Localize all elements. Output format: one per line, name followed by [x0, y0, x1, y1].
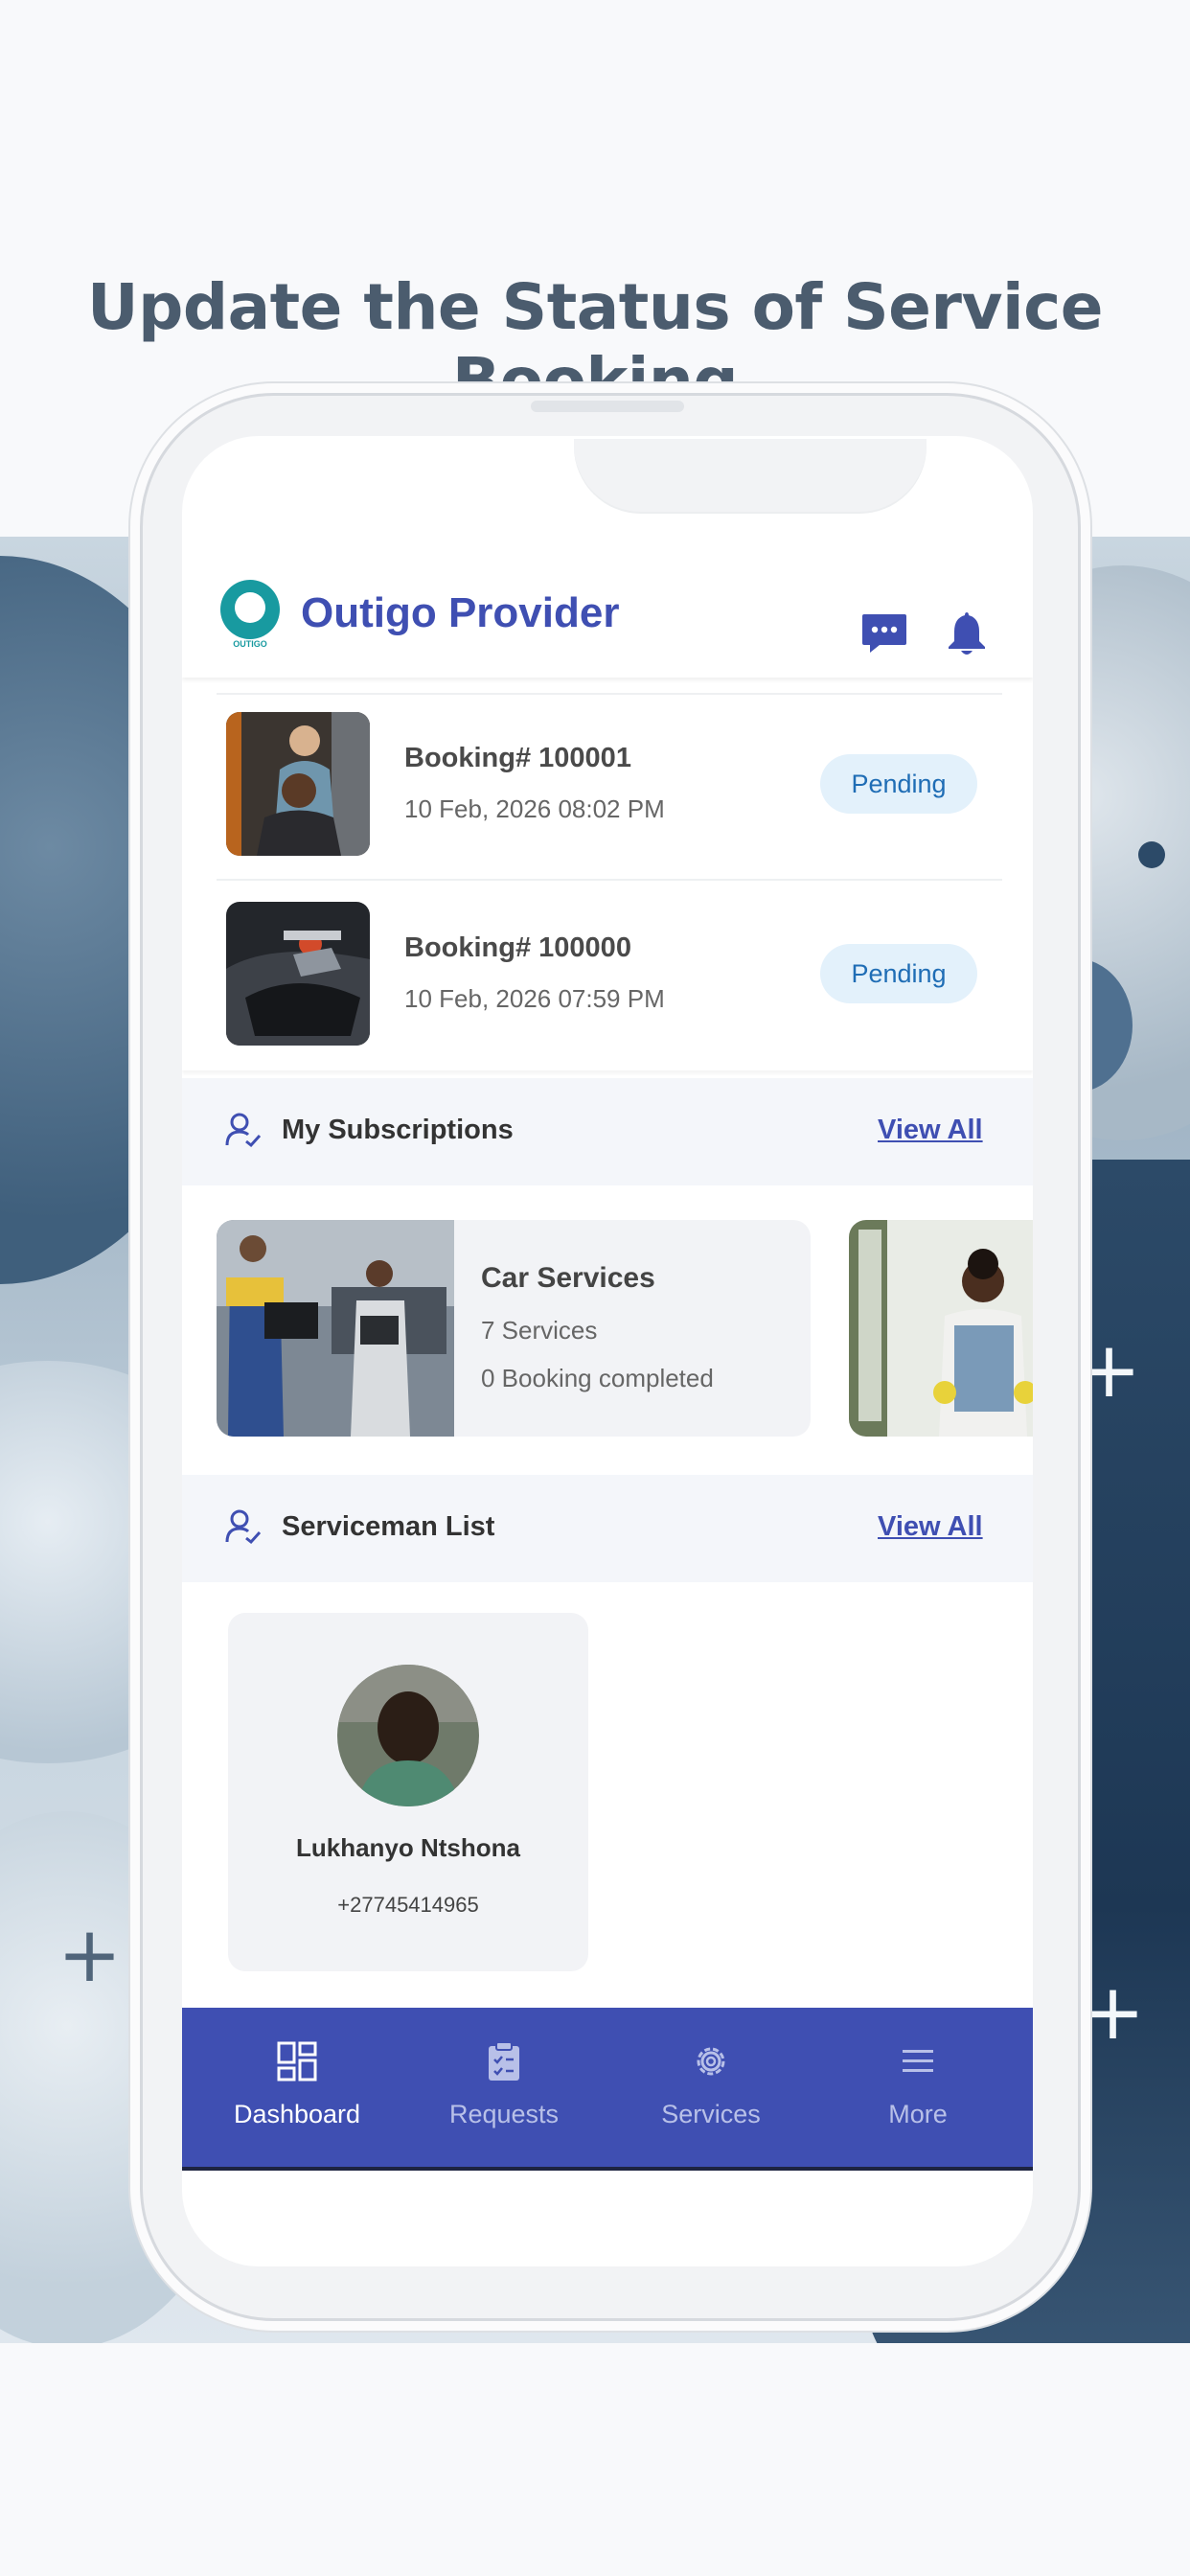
subscription-services-count: 7 Services [481, 1316, 598, 1345]
status-badge: Pending [820, 754, 977, 814]
serviceman-card[interactable]: Lukhanyo Ntshona +27745414965 [228, 1613, 588, 1971]
view-all-subscriptions-link[interactable]: View All [878, 1115, 983, 1146]
sparkle-icon: + [57, 1910, 123, 1999]
menu-icon [903, 2050, 933, 2072]
serviceman-header: Serviceman List View All [182, 1475, 1033, 1582]
avatar [337, 1665, 479, 1806]
backdrop-dot [1138, 841, 1165, 868]
booking-date: 10 Feb, 2026 07:59 PM [404, 984, 665, 1013]
nav-more[interactable]: More [822, 2008, 1014, 2167]
view-all-servicemen-link[interactable]: View All [878, 1511, 983, 1543]
app-bar: OUTIGO Outigo Provider [182, 561, 1033, 678]
logo-text: OUTIGO [233, 639, 267, 649]
nav-dashboard[interactable]: Dashboard [201, 2008, 393, 2167]
bell-icon [949, 612, 985, 655]
app-title: Outigo Provider [301, 589, 620, 636]
phone-screen: OUTIGO Outigo Provider Booking# 100001 1… [182, 436, 1033, 2266]
logo-ring-icon [220, 580, 280, 639]
booking-number: Booking# 100001 [404, 743, 631, 773]
nav-label: Services [661, 2100, 761, 2128]
nav-label: Requests [448, 2100, 560, 2128]
user-check-icon [225, 1509, 262, 1545]
booking-thumbnail [226, 712, 370, 856]
status-badge: Pending [820, 944, 977, 1003]
phone-speaker [531, 401, 684, 412]
notifications-button[interactable] [941, 607, 993, 658]
serviceman-phone: +27745414965 [337, 1893, 479, 1917]
booking-row[interactable]: Booking# 100001 10 Feb, 2026 08:02 PM Pe… [226, 712, 993, 862]
booking-row[interactable]: Booking# 100000 10 Feb, 2026 07:59 PM Pe… [226, 902, 993, 1051]
user-check-icon [225, 1113, 262, 1148]
nav-services[interactable]: Services [615, 2008, 807, 2167]
subscription-image [849, 1220, 1033, 1437]
subscriptions-header: My Subscriptions View All [182, 1078, 1033, 1185]
gear-icon [697, 2047, 725, 2076]
phone-notch [574, 439, 927, 514]
recent-bookings-list: Booking# 100001 10 Feb, 2026 08:02 PM Pe… [182, 687, 1033, 1070]
bottom-navigation: Dashboard Requests Services More [182, 2008, 1033, 2171]
booking-number: Booking# 100000 [404, 932, 631, 963]
nav-label: More [888, 2100, 948, 2128]
section-title: Serviceman List [282, 1511, 495, 1542]
clipboard-icon [489, 2041, 519, 2081]
subscription-title: Car Services [481, 1262, 655, 1294]
chat-button[interactable] [858, 607, 910, 658]
subscription-bookings-completed: 0 Booking completed [481, 1364, 714, 1392]
serviceman-list: Lukhanyo Ntshona +27745414965 [182, 1582, 1033, 2004]
sparkle-icon: + [1081, 1967, 1146, 2057]
serviceman-name: Lukhanyo Ntshona [295, 1833, 520, 1862]
dashboard-icon [277, 2041, 317, 2082]
section-title: My Subscriptions [282, 1115, 514, 1145]
divider [217, 879, 1002, 881]
chat-icon [862, 614, 906, 653]
subscription-card-partial[interactable] [849, 1220, 1033, 1437]
subscription-card[interactable]: Car Services 7 Services 0 Booking comple… [217, 1220, 811, 1437]
subscription-image [217, 1220, 454, 1437]
app-logo: OUTIGO [220, 580, 280, 653]
nav-requests[interactable]: Requests [408, 2008, 600, 2167]
sparkle-icon: + [1077, 1325, 1142, 1414]
subscriptions-carousel[interactable]: Car Services 7 Services 0 Booking comple… [182, 1187, 1033, 1475]
booking-thumbnail [226, 902, 370, 1046]
nav-label: Dashboard [233, 2100, 361, 2128]
divider [217, 693, 1002, 695]
booking-date: 10 Feb, 2026 08:02 PM [404, 794, 665, 823]
